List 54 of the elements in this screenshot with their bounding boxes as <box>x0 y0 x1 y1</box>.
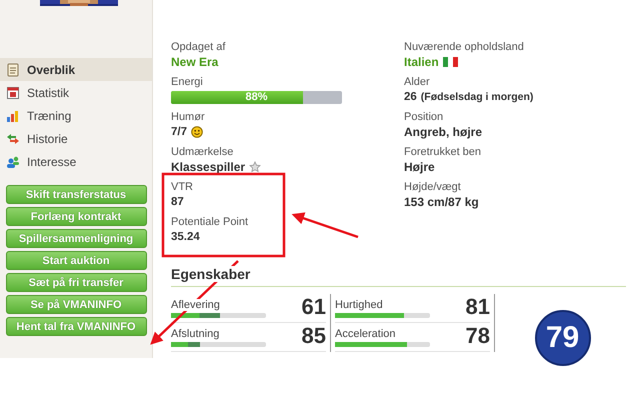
field-value: 35.24 <box>171 230 200 244</box>
field-label: Nuværende opholdsland <box>404 40 524 54</box>
nav-item[interactable]: Historie <box>0 127 152 150</box>
field-value: 7/7 <box>171 125 187 139</box>
action-button[interactable]: Start auktion <box>6 251 146 270</box>
field-label: Højde/vægt <box>404 180 461 194</box>
field-value: 153 cm/87 kg <box>404 195 479 209</box>
scout-link[interactable]: New Era <box>171 55 218 69</box>
field-value: Angreb, højre <box>404 125 482 139</box>
field-value: 87 <box>171 195 184 209</box>
section-title: Egenskaber <box>171 266 250 282</box>
skill-value: 81 <box>466 294 490 321</box>
skill-value: 61 <box>302 294 326 321</box>
action-button[interactable]: Se på VMANINFO <box>6 295 146 314</box>
field-value: Klassespiller <box>171 160 246 174</box>
nav-item[interactable]: Træning <box>0 104 152 127</box>
field-label: Humør <box>171 110 205 124</box>
rating-badge: 79 <box>534 310 590 366</box>
skill-name: Acceleration <box>335 328 396 340</box>
people-icon <box>6 154 20 168</box>
field-label: Position <box>404 110 444 124</box>
birthday-note: (Fødselsdag i morgen) <box>420 90 534 104</box>
skill-name: Aflevering <box>171 299 220 311</box>
field-value: Højre <box>404 160 435 174</box>
action-button[interactable]: Spillersammenligning <box>6 229 146 248</box>
smiley-icon <box>191 126 203 138</box>
field-label: Potentiale Point <box>171 215 248 229</box>
skill-value: 78 <box>466 323 490 350</box>
field-label: Udmærkelse <box>171 145 234 159</box>
calendar-icon <box>6 86 20 100</box>
arrows-icon <box>6 132 20 146</box>
country-link[interactable]: Italien <box>404 55 439 69</box>
skill-value: 85 <box>302 323 326 350</box>
nav-item[interactable]: Statistik <box>0 81 152 104</box>
field-label: Alder <box>404 75 430 89</box>
notepad-icon <box>6 62 20 76</box>
star-icon <box>249 161 262 173</box>
nav-item[interactable]: Interesse <box>0 150 152 173</box>
bar-chart-icon <box>6 108 20 122</box>
action-button[interactable]: Skift transferstatus <box>6 185 146 204</box>
flag-icon <box>442 57 458 67</box>
pointer-arrow <box>292 212 358 238</box>
field-value: 26 <box>404 90 417 104</box>
skill-name: Hurtighed <box>335 299 383 311</box>
field-label: Energi <box>171 75 203 89</box>
nav-item[interactable]: Overblik <box>0 58 152 81</box>
field-label: Foretrukket ben <box>404 145 482 159</box>
action-button[interactable]: Forlæng kontrakt <box>6 207 146 226</box>
energy-value: 88% <box>244 91 269 104</box>
field-label: Opdaget af <box>171 40 226 54</box>
skill-name: Afslutning <box>171 328 220 340</box>
action-button[interactable]: Hent tal fra VMANINFO <box>6 317 146 336</box>
action-button[interactable]: Sæt på fri transfer <box>6 273 146 292</box>
field-label: VTR <box>171 180 193 194</box>
